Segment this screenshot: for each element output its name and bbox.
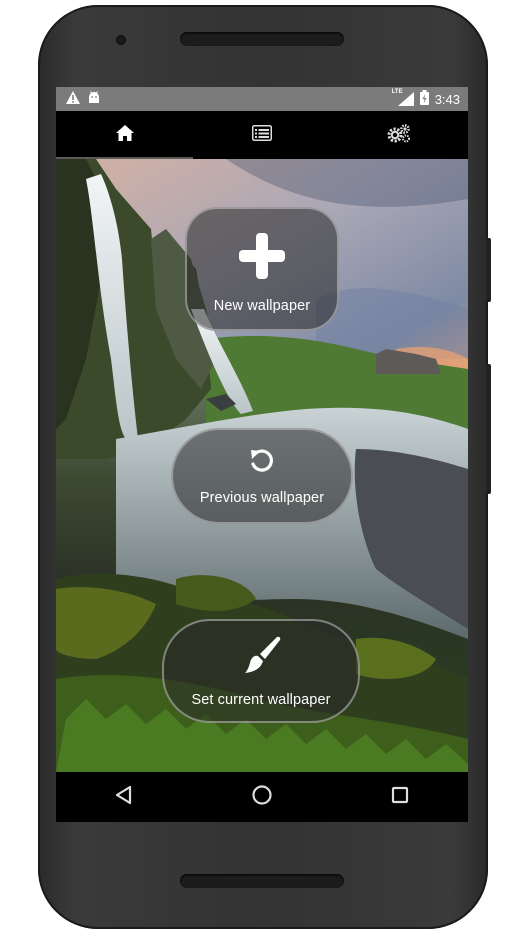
battery-icon [419,90,429,108]
warning-icon [66,91,80,109]
new-wallpaper-label: New wallpaper [213,297,311,314]
clock: 3:43 [434,91,460,107]
status-bar: LTE 3:43 [56,87,468,111]
tab-list[interactable] [193,111,330,159]
top-speaker [180,32,344,46]
home-circle-icon[interactable] [251,784,273,811]
home-icon [115,124,134,146]
set-current-wallpaper-button[interactable]: Set current wallpaper [162,619,360,723]
navigation-bar [56,772,468,822]
tab-bar [56,111,468,159]
bottom-speaker [180,874,344,888]
signal-icon: LTE [392,89,414,106]
recents-icon[interactable] [391,786,409,809]
paintbrush-icon [239,635,283,682]
new-wallpaper-button[interactable]: New wallpaper [185,207,339,331]
wallpaper-preview: New wallpaper Previous wallpaper Set cur… [56,159,468,772]
tab-home[interactable] [56,111,194,159]
undo-icon [248,447,276,480]
screen: LTE 3:43 New wallpaper Previous wallpape… [56,87,468,822]
front-camera [116,35,126,45]
list-icon [251,124,272,146]
settings-gears-icon [387,123,411,148]
plus-icon [237,231,287,286]
set-current-wallpaper-label: Set current wallpaper [191,691,331,708]
android-debug-icon [88,91,100,109]
power-button [486,238,491,302]
previous-wallpaper-button[interactable]: Previous wallpaper [171,428,353,524]
volume-button [486,364,491,494]
back-icon[interactable] [115,785,133,810]
tab-settings[interactable] [331,111,468,159]
previous-wallpaper-label: Previous wallpaper [199,489,325,506]
